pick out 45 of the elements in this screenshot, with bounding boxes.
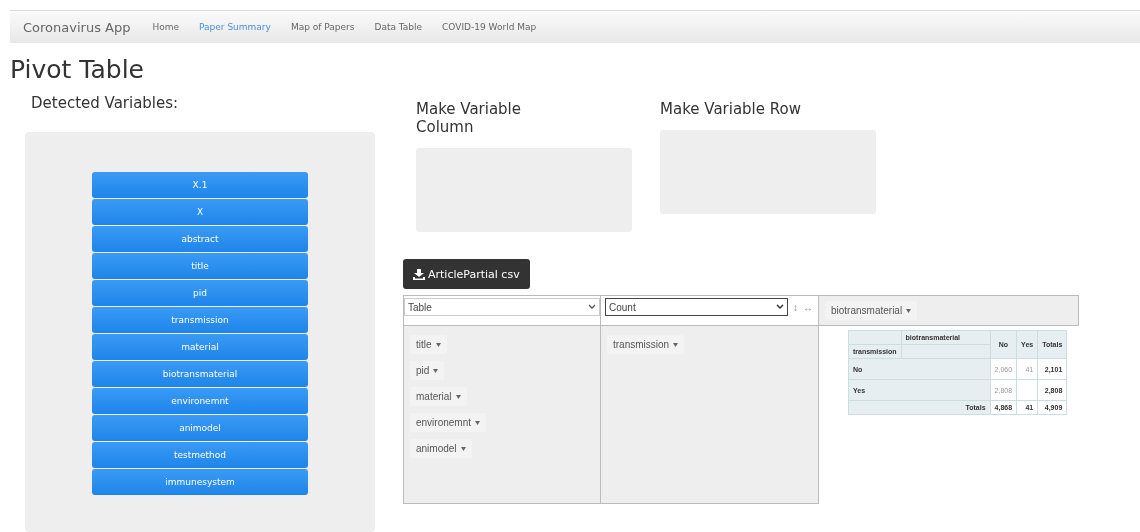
aggregator-select[interactable]: Count	[605, 298, 788, 316]
caret-icon	[906, 308, 912, 313]
chevron-down-icon	[588, 304, 596, 310]
caret-icon	[673, 342, 679, 347]
variable-chip[interactable]: environemnt	[92, 388, 308, 414]
renderer-select[interactable]: Table	[404, 298, 600, 316]
attribute-pill[interactable]: biotransmaterial	[825, 301, 918, 320]
brand-link[interactable]: Coronavirus App	[23, 19, 131, 35]
variable-chip[interactable]: material	[92, 334, 308, 360]
variable-chip[interactable]: testmethod	[92, 442, 308, 468]
caret-icon	[433, 368, 439, 373]
attribute-pill[interactable]: transmission	[607, 335, 685, 354]
section-heading: Detected Variables:	[31, 94, 180, 112]
chevron-down-icon	[776, 304, 784, 310]
caret-icon	[435, 342, 441, 347]
download-icon	[413, 268, 425, 280]
nav-link[interactable]: Home	[152, 22, 180, 32]
attribute-pill[interactable]: material	[410, 387, 467, 406]
table-header	[848, 330, 902, 345]
variable-chip[interactable]: animodel	[92, 415, 308, 441]
download-button[interactable]: ArticlePartial csv	[403, 259, 530, 289]
section-heading: Make Variable Row	[660, 100, 802, 118]
column-order-toggle[interactable]: ↔	[803, 301, 813, 313]
caret-icon	[460, 446, 466, 451]
variable-chip[interactable]: immunesystem	[92, 469, 308, 495]
attribute-pill[interactable]: title	[410, 335, 447, 354]
nav-link[interactable]: Map of Papers	[290, 22, 355, 32]
variable-chip[interactable]: biotransmaterial	[92, 361, 308, 387]
variable-chip[interactable]: transmission	[92, 307, 308, 333]
attribute-pill[interactable]: environemnt	[410, 413, 487, 432]
nav-link[interactable]: Data Table	[374, 22, 423, 32]
nav-link[interactable]: Paper Summary	[199, 22, 271, 32]
variable-chip[interactable]: X.1	[92, 172, 308, 198]
variable-chip[interactable]: X	[92, 199, 308, 225]
variable-chip[interactable]: abstract	[92, 226, 308, 252]
variable-chip[interactable]: pid	[92, 280, 308, 306]
section-heading: Make Variable Column	[416, 100, 522, 136]
attribute-pill[interactable]: pid	[410, 361, 445, 380]
row-order-toggle[interactable]: ↕	[793, 301, 798, 313]
nav-link[interactable]: COVID-19 World Map	[442, 22, 537, 32]
page-title: Pivot Table	[10, 55, 145, 84]
caret-icon	[455, 394, 461, 399]
variable-chip[interactable]: title	[92, 253, 308, 279]
caret-icon	[475, 420, 481, 425]
attribute-pill[interactable]: animodel	[410, 439, 472, 458]
